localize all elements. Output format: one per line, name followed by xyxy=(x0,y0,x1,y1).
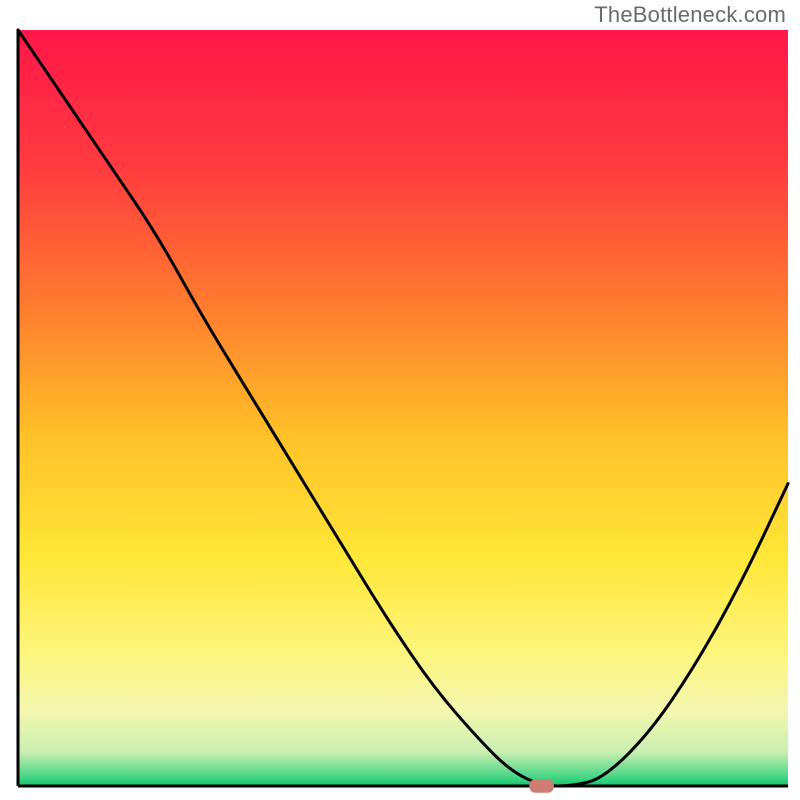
chart-container: TheBottleneck.com xyxy=(0,0,800,800)
plot-background xyxy=(18,30,788,786)
bottleneck-chart xyxy=(0,0,800,800)
current-point-marker xyxy=(529,779,554,793)
watermark-label: TheBottleneck.com xyxy=(594,2,786,28)
